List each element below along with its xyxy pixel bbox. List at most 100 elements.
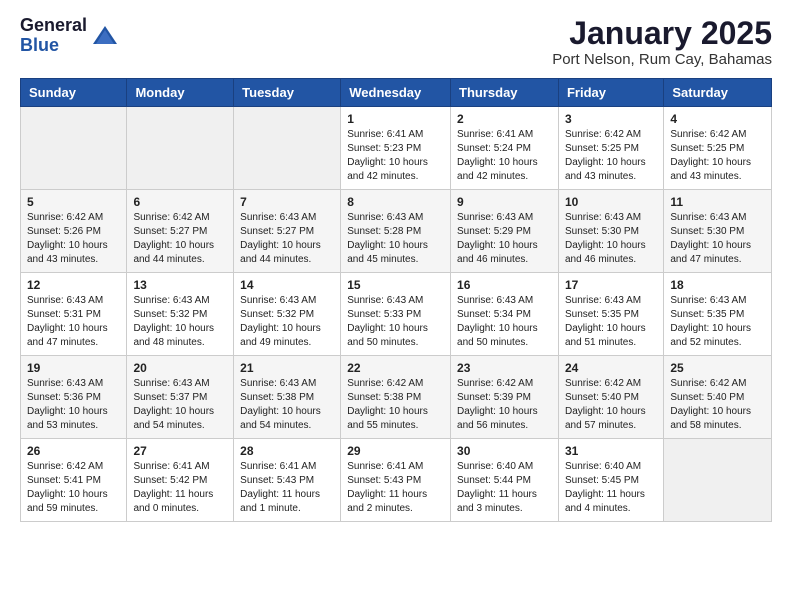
day-info: Sunrise: 6:43 AM Sunset: 5:31 PM Dayligh… [27, 294, 120, 350]
day-number: 10 [565, 195, 657, 209]
day-info: Sunrise: 6:43 AM Sunset: 5:35 PM Dayligh… [565, 294, 657, 350]
table-row: 14 Sunrise: 6:43 AM Sunset: 5:32 PM Dayli… [234, 273, 341, 356]
day-info: Sunrise: 6:43 AM Sunset: 5:33 PM Dayligh… [347, 294, 444, 350]
table-row: 10Sunrise: 6:43 AM Sunset: 5:30 PM Dayli… [558, 190, 663, 273]
table-row: 24 Sunrise: 6:42 AM Sunset: 5:40 PM Dayli… [558, 356, 663, 439]
calendar-week-row: 26 Sunrise: 6:42 AM Sunset: 5:41 PM Dayli… [21, 439, 772, 522]
table-row: 26 Sunrise: 6:42 AM Sunset: 5:41 PM Dayli… [21, 439, 127, 522]
day-number: 14 [240, 278, 334, 292]
table-row: 13 Sunrise: 6:43 AM Sunset: 5:32 PM Dayli… [127, 273, 234, 356]
day-info: Sunrise: 6:40 AM Sunset: 5:45 PM Dayligh… [565, 460, 657, 516]
day-number: 1 [347, 112, 444, 126]
day-number: 26 [27, 444, 120, 458]
day-number: 16 [457, 278, 552, 292]
day-info: Sunrise: 6:43 AM Sunset: 5:30 PM Dayligh… [670, 211, 765, 267]
table-row: 3 Sunrise: 6:42 AM Sunset: 5:25 PM Daylig… [558, 107, 663, 190]
table-row: 6 Sunrise: 6:42 AM Sunset: 5:27 PM Daylig… [127, 190, 234, 273]
calendar-week-row: 12Sunrise: 6:43 AM Sunset: 5:31 PM Dayli… [21, 273, 772, 356]
table-row: 16 Sunrise: 6:43 AM Sunset: 5:34 PM Dayli… [451, 273, 559, 356]
day-info: Sunrise: 6:43 AM Sunset: 5:34 PM Dayligh… [457, 294, 552, 350]
day-number: 29 [347, 444, 444, 458]
weekday-header-row: Sunday Monday Tuesday Wednesday Thursday… [21, 79, 772, 107]
day-number: 11 [670, 195, 765, 209]
day-info: Sunrise: 6:41 AM Sunset: 5:42 PM Dayligh… [133, 460, 227, 516]
day-number: 21 [240, 361, 334, 375]
table-row [234, 107, 341, 190]
table-row [664, 439, 772, 522]
table-row: 20 Sunrise: 6:43 AM Sunset: 5:37 PM Dayli… [127, 356, 234, 439]
day-number: 2 [457, 112, 552, 126]
day-number: 17 [565, 278, 657, 292]
day-number: 7 [240, 195, 334, 209]
day-info: Sunrise: 6:42 AM Sunset: 5:40 PM Dayligh… [565, 377, 657, 433]
table-row: 1 Sunrise: 6:41 AM Sunset: 5:23 PM Daylig… [341, 107, 451, 190]
calendar-subtitle: Port Nelson, Rum Cay, Bahamas [552, 51, 772, 68]
table-row: 27 Sunrise: 6:41 AM Sunset: 5:42 PM Dayli… [127, 439, 234, 522]
day-number: 18 [670, 278, 765, 292]
table-row: 19 Sunrise: 6:43 AM Sunset: 5:36 PM Dayli… [21, 356, 127, 439]
day-number: 30 [457, 444, 552, 458]
table-row: 29Sunrise: 6:41 AM Sunset: 5:43 PM Dayli… [341, 439, 451, 522]
header: General Blue January 2025 Port Nelson, R… [20, 16, 772, 68]
day-info: Sunrise: 6:41 AM Sunset: 5:23 PM Dayligh… [347, 128, 444, 184]
day-number: 19 [27, 361, 120, 375]
day-number: 23 [457, 361, 552, 375]
day-info: Sunrise: 6:40 AM Sunset: 5:44 PM Dayligh… [457, 460, 552, 516]
calendar-week-row: 19 Sunrise: 6:43 AM Sunset: 5:36 PM Dayli… [21, 356, 772, 439]
table-row: 23 Sunrise: 6:42 AM Sunset: 5:39 PM Dayli… [451, 356, 559, 439]
day-info: Sunrise: 6:43 AM Sunset: 5:37 PM Dayligh… [133, 377, 227, 433]
header-friday: Friday [558, 79, 663, 107]
header-sunday: Sunday [21, 79, 127, 107]
table-row: 31 Sunrise: 6:40 AM Sunset: 5:45 PM Dayli… [558, 439, 663, 522]
day-number: 28 [240, 444, 334, 458]
day-info: Sunrise: 6:43 AM Sunset: 5:38 PM Dayligh… [240, 377, 334, 433]
table-row [21, 107, 127, 190]
day-info: Sunrise: 6:43 AM Sunset: 5:32 PM Dayligh… [240, 294, 334, 350]
logo-blue-text: Blue [20, 35, 59, 55]
day-number: 20 [133, 361, 227, 375]
day-info: Sunrise: 6:43 AM Sunset: 5:35 PM Dayligh… [670, 294, 765, 350]
day-info: Sunrise: 6:41 AM Sunset: 5:24 PM Dayligh… [457, 128, 552, 184]
logo: General Blue [20, 16, 119, 56]
day-number: 5 [27, 195, 120, 209]
header-saturday: Saturday [664, 79, 772, 107]
day-info: Sunrise: 6:42 AM Sunset: 5:27 PM Dayligh… [133, 211, 227, 267]
logo-general-text: General [20, 15, 87, 35]
table-row: 7Sunrise: 6:43 AM Sunset: 5:27 PM Daylig… [234, 190, 341, 273]
calendar-week-row: 5 Sunrise: 6:42 AM Sunset: 5:26 PM Daylig… [21, 190, 772, 273]
day-number: 31 [565, 444, 657, 458]
day-number: 4 [670, 112, 765, 126]
table-row: 25 Sunrise: 6:42 AM Sunset: 5:40 PM Dayli… [664, 356, 772, 439]
day-info: Sunrise: 6:42 AM Sunset: 5:41 PM Dayligh… [27, 460, 120, 516]
day-number: 6 [133, 195, 227, 209]
day-number: 22 [347, 361, 444, 375]
day-info: Sunrise: 6:42 AM Sunset: 5:39 PM Dayligh… [457, 377, 552, 433]
table-row: 5 Sunrise: 6:42 AM Sunset: 5:26 PM Daylig… [21, 190, 127, 273]
day-info: Sunrise: 6:42 AM Sunset: 5:26 PM Dayligh… [27, 211, 120, 267]
header-wednesday: Wednesday [341, 79, 451, 107]
header-tuesday: Tuesday [234, 79, 341, 107]
day-info: Sunrise: 6:43 AM Sunset: 5:29 PM Dayligh… [457, 211, 552, 267]
day-info: Sunrise: 6:43 AM Sunset: 5:36 PM Dayligh… [27, 377, 120, 433]
day-number: 8 [347, 195, 444, 209]
day-info: Sunrise: 6:42 AM Sunset: 5:38 PM Dayligh… [347, 377, 444, 433]
day-info: Sunrise: 6:43 AM Sunset: 5:32 PM Dayligh… [133, 294, 227, 350]
day-info: Sunrise: 6:42 AM Sunset: 5:25 PM Dayligh… [670, 128, 765, 184]
calendar-title: January 2025 [552, 16, 772, 51]
table-row: 28Sunrise: 6:41 AM Sunset: 5:43 PM Dayli… [234, 439, 341, 522]
day-number: 27 [133, 444, 227, 458]
day-number: 13 [133, 278, 227, 292]
table-row: 9Sunrise: 6:43 AM Sunset: 5:29 PM Daylig… [451, 190, 559, 273]
day-number: 3 [565, 112, 657, 126]
day-info: Sunrise: 6:42 AM Sunset: 5:40 PM Dayligh… [670, 377, 765, 433]
table-row: 17 Sunrise: 6:43 AM Sunset: 5:35 PM Dayli… [558, 273, 663, 356]
calendar-table: Sunday Monday Tuesday Wednesday Thursday… [20, 78, 772, 522]
page-container: General Blue January 2025 Port Nelson, R… [0, 0, 792, 538]
calendar-week-row: 1 Sunrise: 6:41 AM Sunset: 5:23 PM Daylig… [21, 107, 772, 190]
table-row: 15Sunrise: 6:43 AM Sunset: 5:33 PM Dayli… [341, 273, 451, 356]
day-info: Sunrise: 6:42 AM Sunset: 5:25 PM Dayligh… [565, 128, 657, 184]
day-number: 25 [670, 361, 765, 375]
table-row: 18 Sunrise: 6:43 AM Sunset: 5:35 PM Dayli… [664, 273, 772, 356]
header-monday: Monday [127, 79, 234, 107]
day-number: 24 [565, 361, 657, 375]
